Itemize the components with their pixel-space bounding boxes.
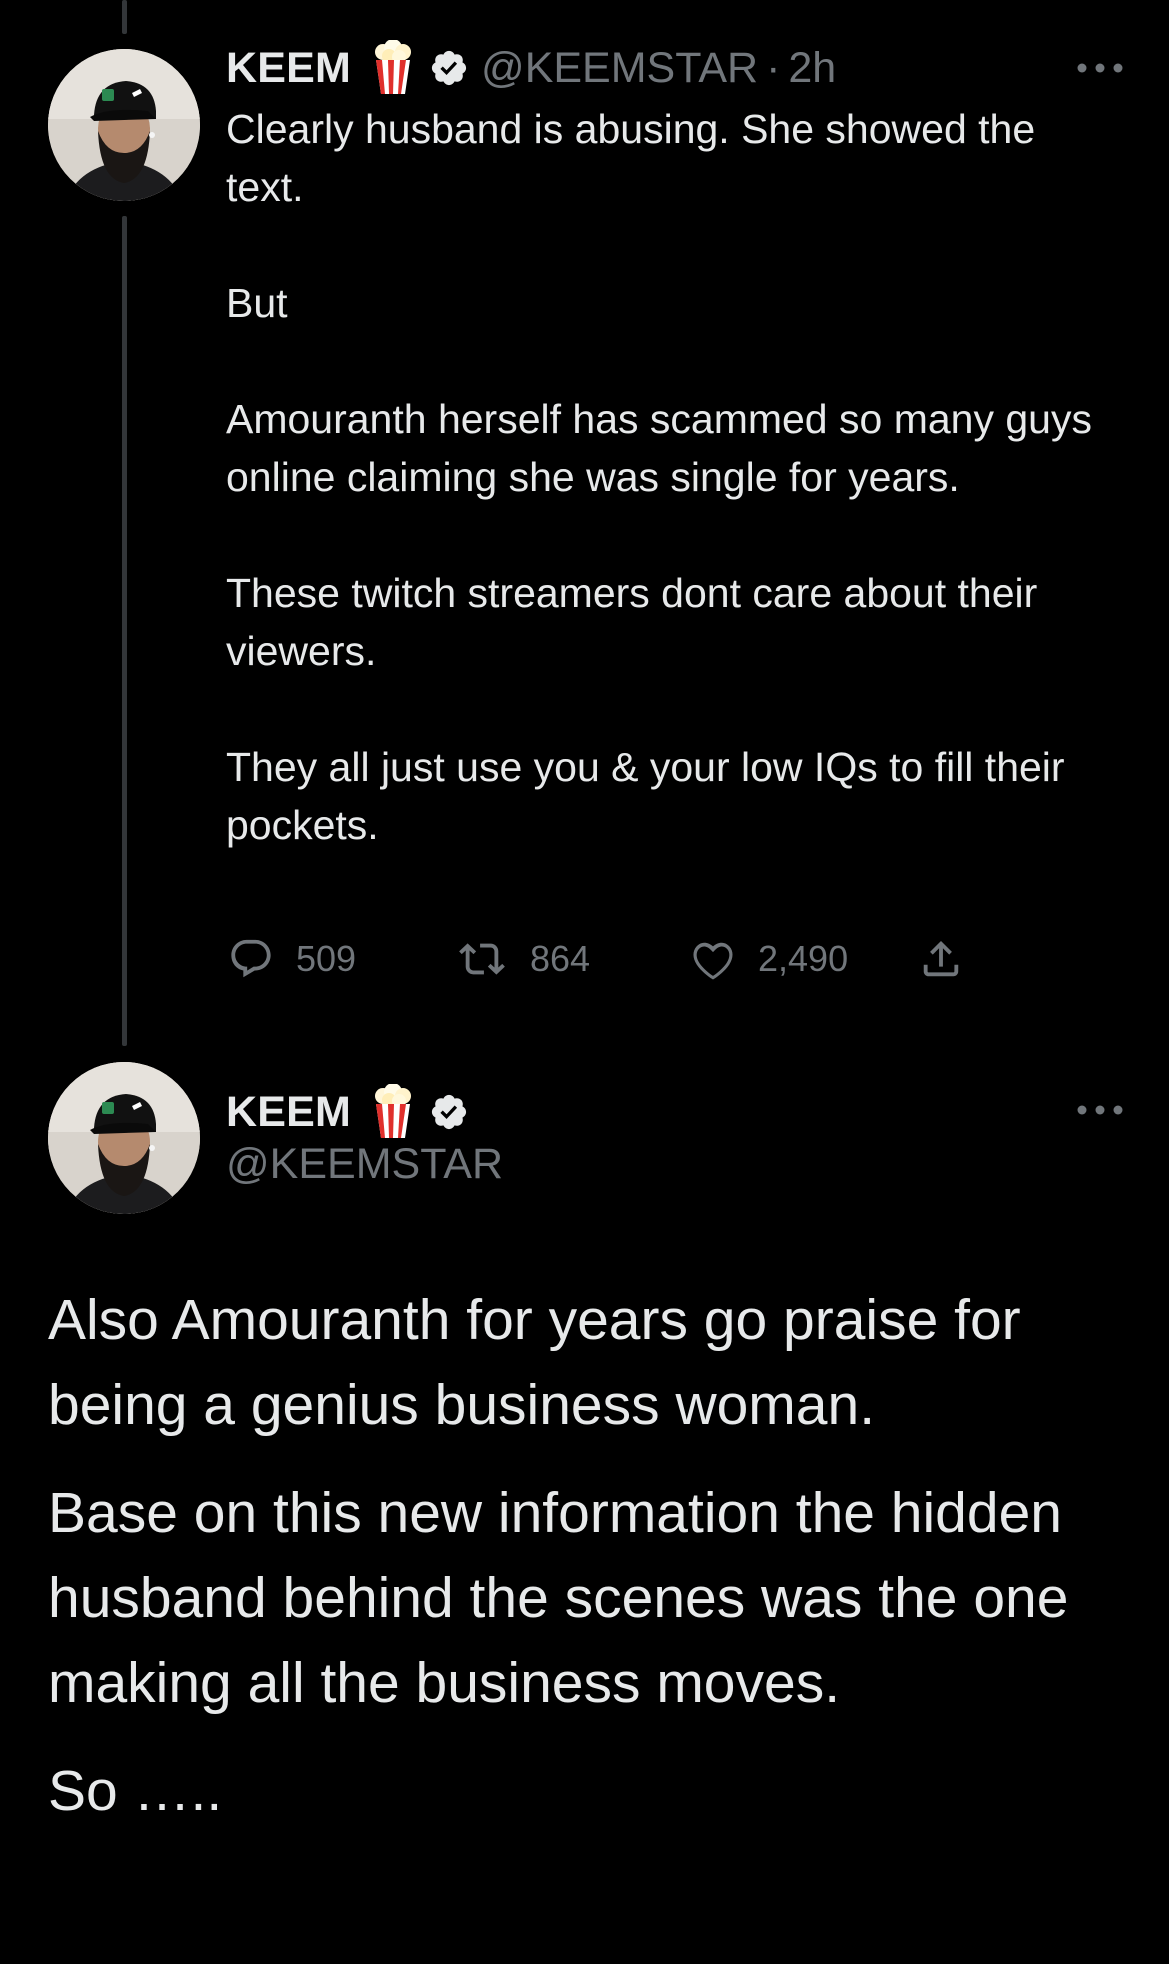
reply-count: 509 (296, 938, 357, 979)
thread-line-top (122, 0, 127, 34)
avatar-image (48, 49, 200, 201)
verified-badge-icon (429, 1092, 469, 1132)
share-button[interactable] (918, 936, 964, 982)
tweet-paragraph: Clearly husband is abusing. She showed t… (226, 106, 1036, 210)
author-name[interactable]: KEEM (226, 44, 351, 93)
retweet-count: 864 (530, 938, 591, 979)
author-handle[interactable]: @KEEMSTAR (226, 1136, 503, 1192)
tweet-paragraph: Also Amouranth for years go praise for b… (48, 1288, 1021, 1437)
tweet-paragraph: These twitch streamers dont care about t… (226, 570, 1038, 674)
verified-badge-icon (429, 48, 469, 88)
like-button[interactable]: 2,490 (688, 936, 848, 982)
author-handle[interactable]: @KEEMSTAR (481, 44, 758, 93)
timestamp[interactable]: 2h (788, 44, 836, 93)
author-name[interactable]: KEEM (226, 1088, 351, 1137)
more-options-icon[interactable] (1072, 56, 1128, 80)
tweet-paragraph: So ….. (48, 1759, 223, 1823)
avatar-image (48, 1062, 200, 1214)
tweet-text: Clearly husband is abusing. She showed t… (226, 100, 1126, 854)
retweet-button[interactable]: 864 (454, 936, 590, 982)
heart-icon (693, 942, 733, 980)
like-count: 2,490 (758, 938, 849, 979)
more-options-icon[interactable] (1072, 1098, 1128, 1122)
separator: · (766, 43, 781, 92)
avatar[interactable] (48, 49, 200, 201)
thread-line (122, 216, 127, 1046)
tweet-paragraph: But (226, 280, 288, 326)
share-icon (923, 940, 959, 977)
reply-button[interactable]: 509 (226, 936, 356, 982)
popcorn-icon (371, 1083, 415, 1140)
tweet-paragraph: Base on this new information the hidden … (48, 1481, 1069, 1715)
tweet-paragraph: Amouranth herself has scammed so many gu… (226, 396, 1092, 500)
reply-icon (231, 939, 271, 978)
avatar[interactable] (48, 1062, 200, 1214)
retweet-icon (459, 943, 505, 975)
popcorn-icon (371, 39, 415, 96)
tweet-paragraph: They all just use you & your low IQs to … (226, 744, 1065, 848)
tweet-text: Also Amouranth for years go praise for b… (48, 1278, 1148, 1834)
